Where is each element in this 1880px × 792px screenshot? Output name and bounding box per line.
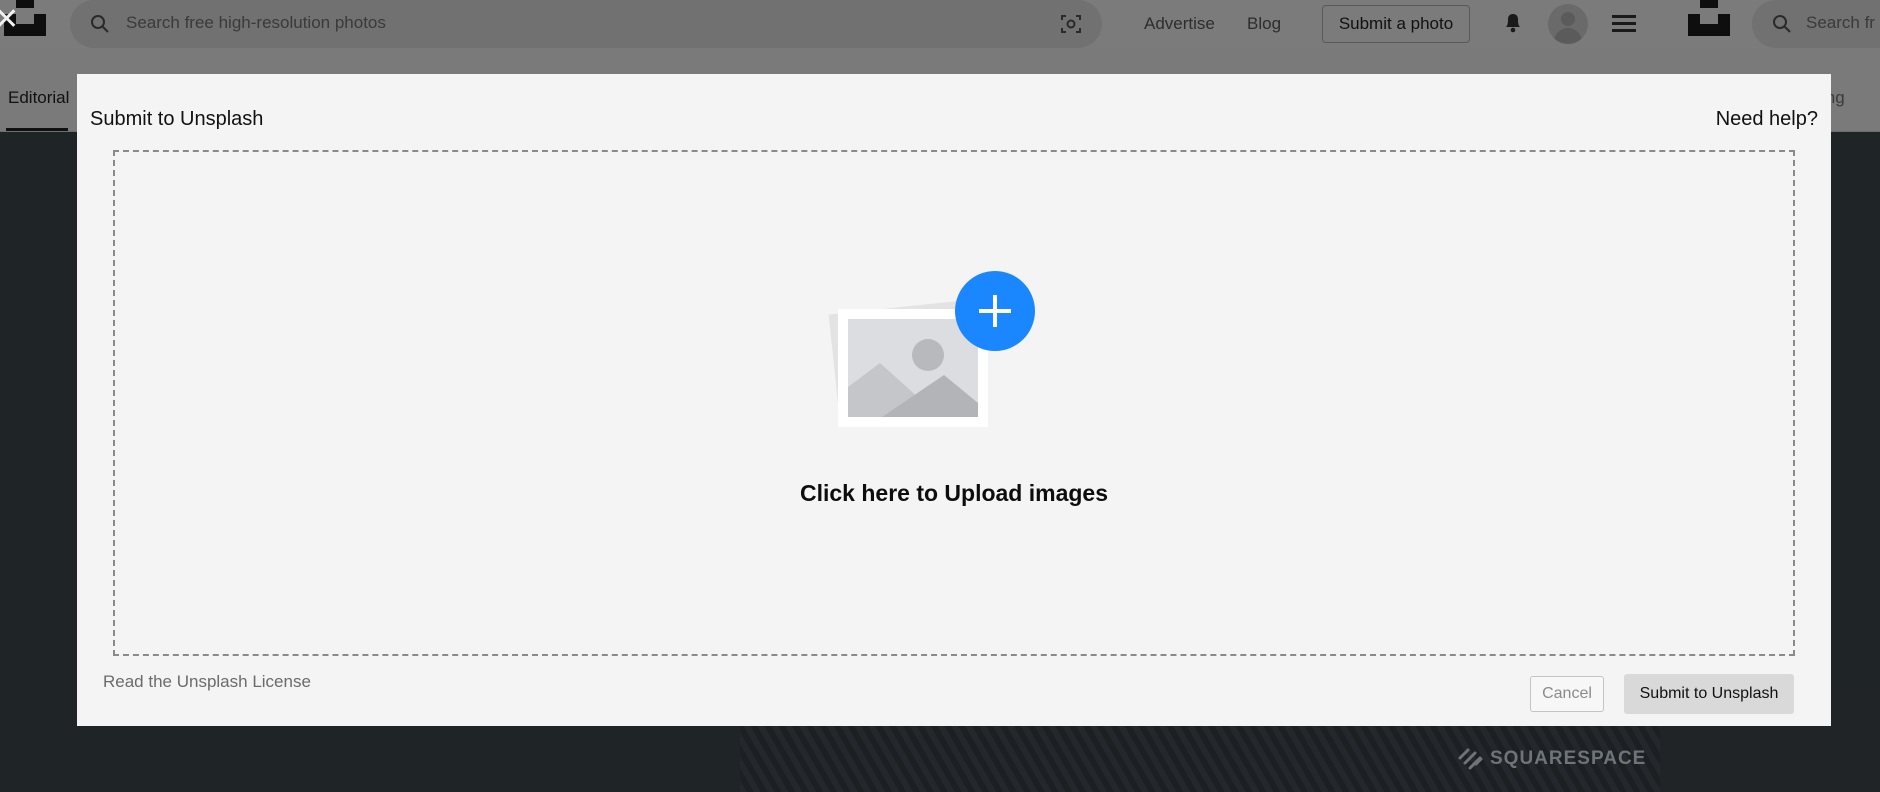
menu-icon[interactable] <box>1612 15 1636 33</box>
squarespace-logo-icon <box>1456 746 1486 772</box>
cancel-button[interactable]: Cancel <box>1530 676 1604 712</box>
visual-search-icon[interactable] <box>1060 13 1082 35</box>
tab-active-indicator <box>6 128 68 131</box>
search-input[interactable]: Search free high-resolution photos <box>126 13 386 33</box>
upload-prompt[interactable]: Click here to Upload images <box>77 480 1831 507</box>
license-link[interactable]: Read the Unsplash License <box>103 672 311 692</box>
search-icon <box>1772 14 1792 34</box>
nav-advertise[interactable]: Advertise <box>1144 14 1215 34</box>
upload-modal: Submit to Unsplash Need help? Click here… <box>77 74 1831 726</box>
need-help-link[interactable]: Need help? <box>1716 108 1818 131</box>
submit-photo-button[interactable]: Submit a photo <box>1322 5 1470 43</box>
close-icon[interactable]: ✕ <box>0 5 22 35</box>
search-bar-duplicate[interactable]: Search fr <box>1752 0 1880 48</box>
nav-blog[interactable]: Blog <box>1247 14 1281 34</box>
sponsor-logo: SQUARESPACE <box>1490 748 1647 769</box>
unsplash-logo-duplicate[interactable] <box>1688 0 1730 36</box>
search-icon <box>90 14 110 34</box>
search-bar[interactable]: Search free high-resolution photos <box>70 0 1102 48</box>
tab-editorial[interactable]: Editorial <box>8 88 69 108</box>
submit-button[interactable]: Submit to Unsplash <box>1624 674 1794 714</box>
search-input-duplicate[interactable]: Search fr <box>1806 13 1875 33</box>
add-image-icon[interactable] <box>822 267 1042 457</box>
bell-icon[interactable] <box>1500 10 1526 36</box>
avatar[interactable] <box>1548 4 1588 44</box>
modal-title: Submit to Unsplash <box>90 108 264 130</box>
